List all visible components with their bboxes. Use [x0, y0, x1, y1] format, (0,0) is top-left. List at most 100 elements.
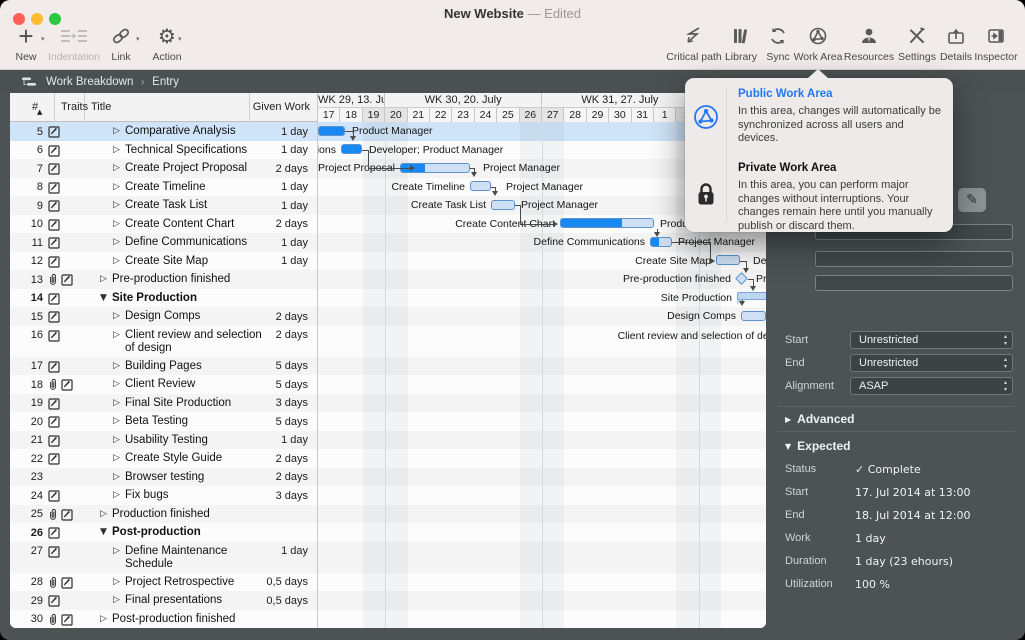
disclosure-collapsed-icon[interactable]: ▷: [100, 274, 107, 284]
row-number: 23: [13, 471, 43, 483]
gantt-resource-label: Product Manager: [352, 125, 433, 137]
settings-button[interactable]: Settings: [893, 24, 941, 64]
row-given-work: 5 days: [250, 379, 308, 391]
disclosure-collapsed-icon[interactable]: ▷: [100, 614, 107, 624]
work-area-popover: Public Work Area In this area, changes w…: [685, 78, 953, 232]
row-traits: [48, 329, 60, 347]
disclosure-collapsed-icon[interactable]: ▷: [113, 453, 120, 463]
weekend-shading: [542, 122, 564, 628]
day-header-cell: 18: [340, 108, 362, 122]
disclosure-collapsed-icon[interactable]: ▷: [113, 490, 120, 500]
column-header-given-work[interactable]: Given Work: [250, 93, 317, 122]
disclosure-expanded-icon[interactable]: ▼: [100, 527, 107, 537]
disclosure-collapsed-icon[interactable]: ▷: [100, 509, 107, 519]
breadcrumb-view[interactable]: Work Breakdown: [46, 76, 133, 88]
column-header-number[interactable]: # ▲: [10, 93, 55, 122]
row-traits: [48, 613, 73, 629]
dependency-connector: [520, 224, 554, 225]
disclosure-collapsed-icon[interactable]: ▷: [113, 595, 120, 605]
disclosure-collapsed-icon[interactable]: ▷: [113, 330, 120, 340]
app-window: New Website — Edited + ▾ New Indentation…: [0, 0, 1025, 640]
gantt-bar[interactable]: [318, 126, 345, 136]
row-number: 18: [13, 379, 43, 391]
disclosure-collapsed-icon[interactable]: ▷: [113, 219, 120, 229]
alignment-dropdown[interactable]: ASAP ▴▾: [850, 377, 1013, 395]
disclosure-collapsed-icon[interactable]: ▷: [113, 435, 120, 445]
new-button[interactable]: + ▾ New: [4, 24, 48, 64]
disclosure-collapsed-icon[interactable]: ▷: [113, 200, 120, 210]
row-title: Browser testing: [125, 471, 204, 485]
row-given-work: 0,5 days: [250, 576, 308, 588]
disclosure-collapsed-icon[interactable]: ▷: [113, 416, 120, 426]
note-icon[interactable]: [61, 613, 73, 629]
disclosure-collapsed-icon[interactable]: ▷: [113, 163, 120, 173]
week-header-cell: WK 31, 27. July: [542, 93, 699, 108]
start-dropdown[interactable]: Unrestricted ▴▾: [850, 331, 1013, 349]
status-value: ✓ Complete: [855, 463, 921, 476]
inspector-field-3[interactable]: [815, 275, 1013, 291]
end-dropdown[interactable]: Unrestricted ▴▾: [850, 354, 1013, 372]
column-header-title[interactable]: Title: [85, 93, 250, 122]
inspector-button[interactable]: Inspector: [969, 24, 1023, 64]
disclosure-collapsed-icon[interactable]: ▷: [113, 126, 120, 136]
disclosure-collapsed-icon[interactable]: ▷: [113, 546, 120, 556]
expected-section-header[interactable]: ▼Expected: [785, 439, 851, 453]
note-icon[interactable]: [48, 545, 60, 563]
critical-path-button[interactable]: Critical path: [662, 24, 726, 64]
attachment-icon[interactable]: [48, 613, 59, 629]
resources-button[interactable]: Resources: [839, 24, 899, 64]
divider: [778, 431, 1015, 432]
disclosure-collapsed-icon[interactable]: ▷: [113, 361, 120, 371]
gantt-bar[interactable]: [491, 200, 515, 210]
expected-start-label: Start: [785, 486, 808, 498]
row-number: 16: [13, 329, 43, 341]
breadcrumb-mode[interactable]: Entry: [152, 76, 179, 88]
disclosure-collapsed-icon[interactable]: ▷: [113, 237, 120, 247]
gantt-bar[interactable]: [741, 311, 766, 321]
gantt-resource-label: Project Manager: [756, 273, 766, 285]
row-given-work: 1 day: [250, 144, 308, 156]
disclosure-collapsed-icon[interactable]: ▷: [113, 577, 120, 587]
inspector-field-2[interactable]: [815, 251, 1013, 267]
advanced-section-header[interactable]: ▶Advanced: [785, 412, 855, 426]
day-header-cell: 26: [520, 108, 542, 122]
row-number: 12: [13, 255, 43, 267]
action-button[interactable]: ⚙ ▾ Action: [142, 24, 192, 64]
disclosure-collapsed-icon[interactable]: ▷: [113, 311, 120, 321]
day-header-cell: 21: [408, 108, 430, 122]
disclosure-collapsed-icon[interactable]: ▷: [113, 379, 120, 389]
table-gantt-divider[interactable]: [317, 93, 318, 628]
library-button[interactable]: Library: [720, 24, 762, 64]
gantt-bar[interactable]: [716, 255, 740, 265]
gantt-milestone[interactable]: [735, 272, 748, 285]
row-given-work: 2 days: [250, 311, 308, 323]
gantt-bar[interactable]: [650, 237, 672, 247]
note-icon[interactable]: [48, 329, 60, 347]
disclosure-collapsed-icon[interactable]: ▷: [113, 472, 120, 482]
disclosure-collapsed-icon[interactable]: ▷: [113, 182, 120, 192]
public-work-area-icon: [693, 104, 719, 130]
row-title: Post-production: [112, 526, 201, 540]
week-header-cell: WK 29, 13. July: [318, 93, 385, 108]
work-breakdown-icon: [22, 76, 38, 88]
disclosure-collapsed-icon[interactable]: ▷: [113, 145, 120, 155]
row-given-work: 2 days: [250, 329, 308, 341]
row-number: 7: [13, 163, 43, 175]
gantt-bar[interactable]: [341, 144, 362, 154]
edit-note-button[interactable]: ✎: [958, 188, 986, 212]
gantt-bar[interactable]: [470, 181, 491, 191]
disclosure-expanded-icon[interactable]: ▼: [100, 293, 107, 303]
expected-duration-value: 1 day (23 ehours): [855, 555, 953, 568]
weekend-shading: [363, 122, 385, 628]
gantt-bar[interactable]: [560, 218, 654, 228]
public-work-area-description: In this area, changes will automatically…: [738, 105, 942, 146]
disclosure-collapsed-icon[interactable]: ▷: [113, 398, 120, 408]
link-button[interactable]: ▾ Link: [100, 24, 142, 64]
expected-work-label: Work: [785, 532, 810, 544]
gantt-group-bar[interactable]: [737, 292, 766, 300]
row-given-work: 1 day: [250, 200, 308, 212]
row-title: Create Site Map: [125, 255, 208, 269]
column-header-traits[interactable]: Traits: [55, 93, 85, 122]
divider: [778, 406, 1015, 407]
disclosure-collapsed-icon[interactable]: ▷: [113, 256, 120, 266]
